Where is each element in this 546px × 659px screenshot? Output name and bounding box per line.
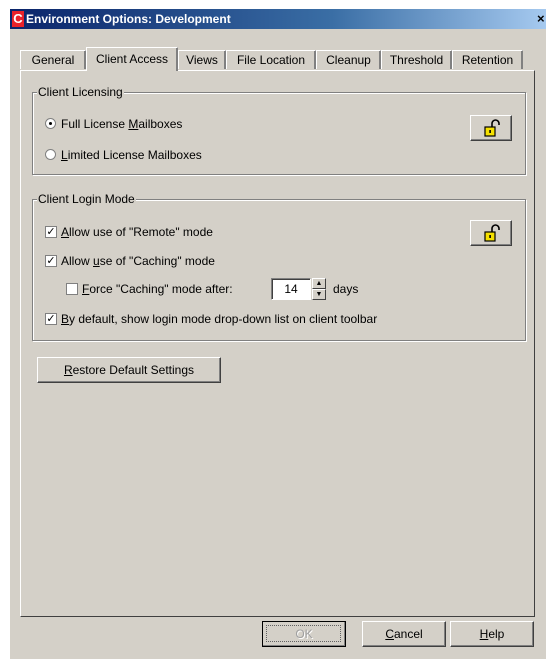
licensing-lock-button[interactable] xyxy=(470,115,512,141)
tab-cleanup[interactable]: Cleanup xyxy=(316,50,381,69)
tab-general[interactable]: General xyxy=(20,50,86,69)
app-icon: C xyxy=(12,11,24,27)
checkbox-indicator[interactable]: ✓ xyxy=(45,313,57,325)
force-caching-days-input[interactable]: 14 xyxy=(271,278,311,300)
client-licensing-label: Client Licensing xyxy=(37,85,124,99)
allow-remote-label: Allow use of "Remote" mode xyxy=(61,225,213,239)
cancel-button[interactable]: Cancel xyxy=(362,621,446,647)
help-button[interactable]: Help xyxy=(450,621,534,647)
unlocked-padlock-icon xyxy=(484,224,500,242)
ok-button[interactable]: OK xyxy=(262,621,346,647)
tab-views[interactable]: Views xyxy=(178,50,226,69)
allow-caching-label: Allow use of "Caching" mode xyxy=(61,254,215,268)
title-bar[interactable]: C Environment Options: Development × xyxy=(10,9,546,29)
checkbox-indicator[interactable]: ✓ xyxy=(45,226,57,238)
checkbox-indicator[interactable] xyxy=(66,283,78,295)
full-license-label: Full License Mailboxes xyxy=(61,117,183,131)
client-login-mode-group: Client Login Mode ✓ Allow use of "Remote… xyxy=(32,192,526,341)
days-spinner: ▲ ▼ xyxy=(312,278,326,300)
environment-options-dialog: C Environment Options: Development × Gen… xyxy=(9,8,546,659)
limited-license-label: Limited License Mailboxes xyxy=(61,148,202,162)
show-dropdown-label: By default, show login mode drop-down li… xyxy=(61,312,378,326)
client-access-panel: Client Licensing Full License Mailboxes … xyxy=(20,70,535,617)
force-caching-label: Force "Caching" mode after: xyxy=(82,282,233,296)
unlocked-padlock-icon xyxy=(484,119,500,137)
checkbox-indicator[interactable]: ✓ xyxy=(45,255,57,267)
spin-down-icon[interactable]: ▼ xyxy=(312,289,326,300)
spin-up-icon[interactable]: ▲ xyxy=(312,278,326,289)
tab-file-location[interactable]: File Location xyxy=(226,50,316,69)
client-login-mode-label: Client Login Mode xyxy=(37,192,136,206)
restore-defaults-button[interactable]: Restore Default Settings xyxy=(37,357,221,383)
close-icon[interactable]: × xyxy=(537,11,546,27)
tab-client-access[interactable]: Client Access xyxy=(86,47,178,71)
window-title: Environment Options: Development xyxy=(26,12,231,26)
days-unit-label: days xyxy=(333,282,359,296)
radio-indicator[interactable] xyxy=(45,118,56,129)
tab-threshold[interactable]: Threshold xyxy=(381,50,452,69)
radio-indicator[interactable] xyxy=(45,149,56,160)
login-mode-lock-button[interactable] xyxy=(470,220,512,246)
tab-retention[interactable]: Retention xyxy=(452,50,523,69)
client-licensing-group: Client Licensing Full License Mailboxes … xyxy=(32,85,526,175)
